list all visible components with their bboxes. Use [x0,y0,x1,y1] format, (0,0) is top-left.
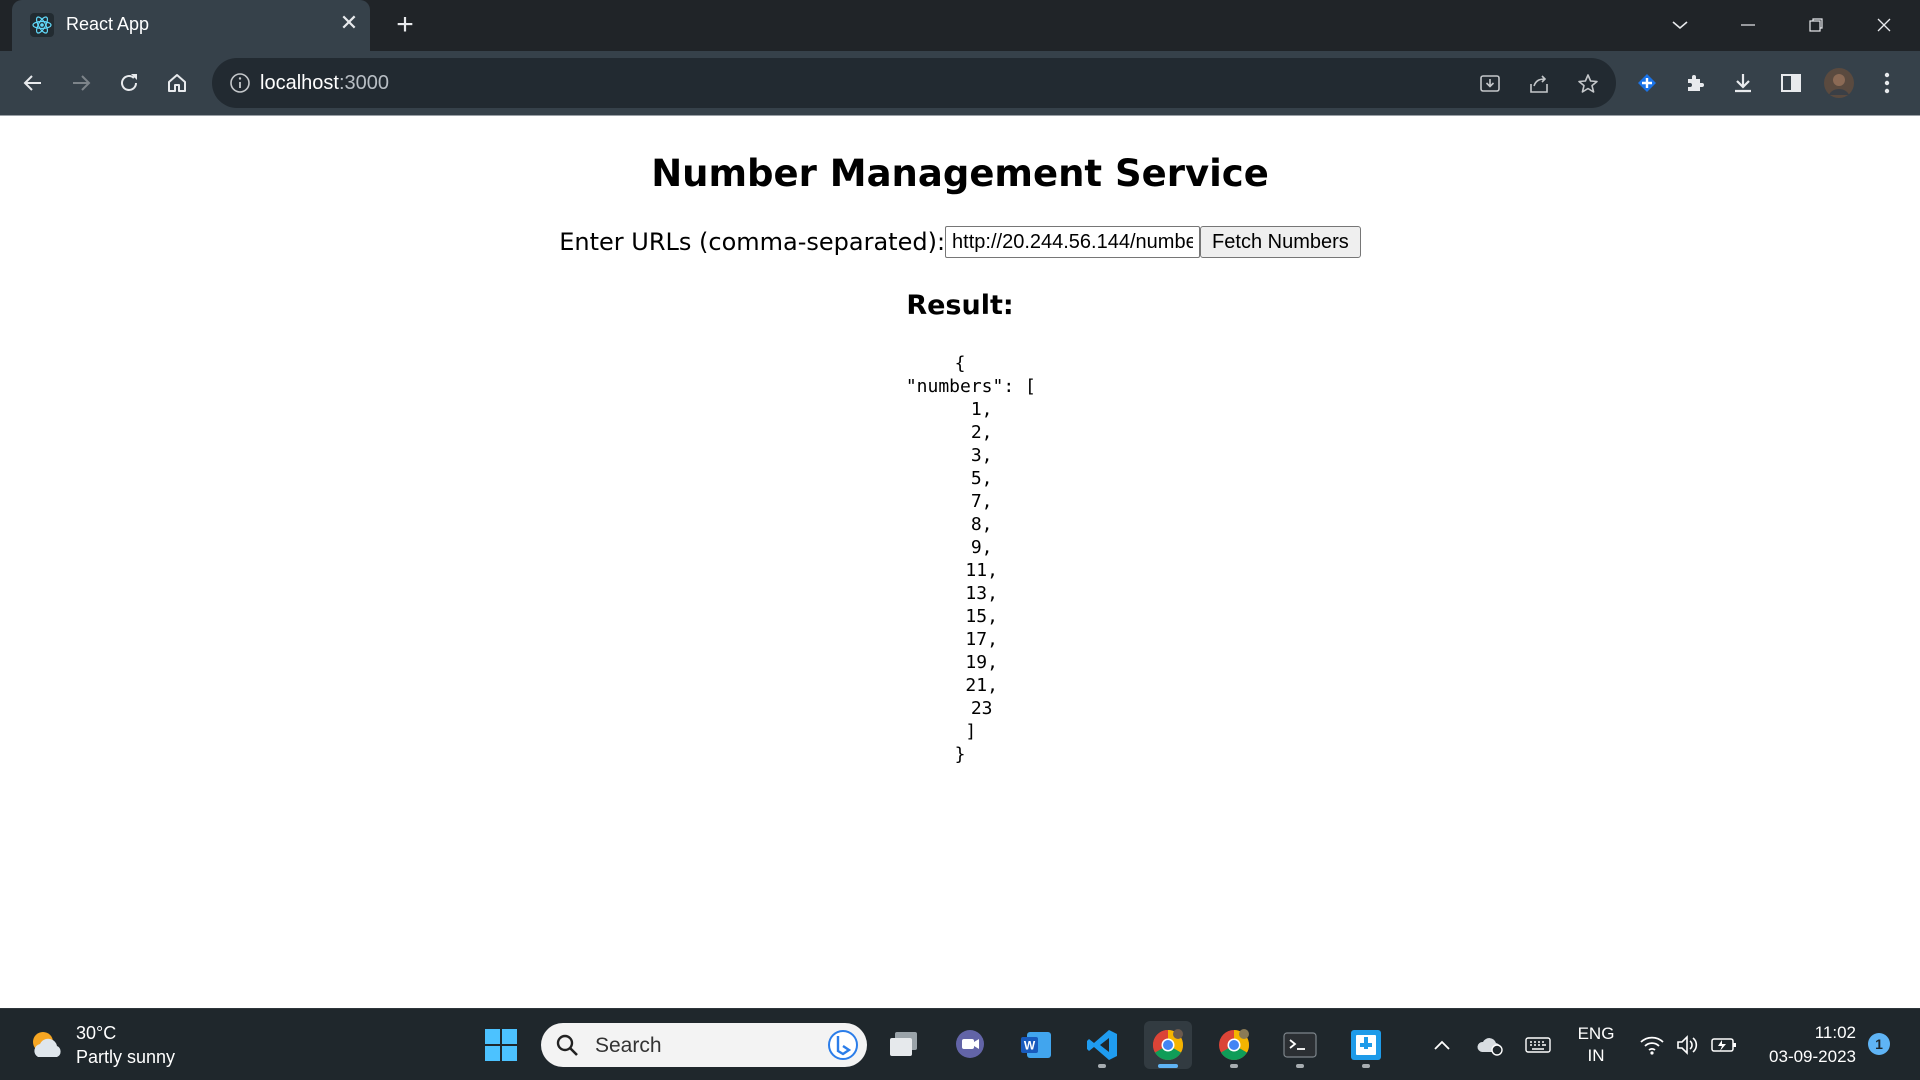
taskbar-search[interactable]: Search [541,1023,867,1067]
search-icon [555,1033,579,1057]
result-json: { "numbers": [ 1, 2, 3, 5, 7, 8, 9, 11, … [905,353,1036,765]
clock-date[interactable]: 03-09-2023 [1750,1047,1856,1067]
running-indicator [1296,1064,1304,1068]
word-icon[interactable]: W [1012,1021,1060,1069]
browser-menu-icon[interactable] [1872,68,1902,98]
home-icon[interactable] [162,68,192,98]
running-indicator [1098,1064,1106,1068]
page-content: Number Management Service Enter URLs (co… [0,116,1920,1008]
url-host: localhost [260,72,339,94]
clock-time[interactable]: 11:02 [1760,1023,1856,1043]
tab-close-icon[interactable]: ✕ [338,12,360,34]
keyboard-icon[interactable] [1524,1031,1552,1059]
downloads-icon[interactable] [1728,68,1758,98]
url-form: Enter URLs (comma-separated): Fetch Numb… [0,226,1920,258]
running-indicator [1230,1064,1238,1068]
bookmark-star-icon[interactable] [1574,70,1602,98]
fetch-numbers-button[interactable]: Fetch Numbers [1200,226,1361,258]
show-hidden-icons-chevron[interactable] [1428,1031,1456,1059]
url-input[interactable] [945,226,1201,258]
wifi-icon[interactable] [1638,1031,1666,1059]
onedrive-icon[interactable] [1476,1031,1504,1059]
weather-partly-sunny-icon[interactable] [26,1025,66,1065]
address-bar[interactable]: localhost:3000 [212,58,1616,108]
volume-icon[interactable] [1674,1031,1702,1059]
minimize-button[interactable] [1728,10,1768,40]
forward-arrow-icon[interactable] [66,68,96,98]
url-port: :3000 [338,72,389,94]
result-heading: Result: [906,290,1014,321]
battery-charging-icon[interactable] [1710,1031,1738,1059]
terminal-icon[interactable] [1276,1021,1324,1069]
browser-tab[interactable]: React App ✕ [12,0,370,51]
bing-icon[interactable] [827,1029,859,1061]
weather-description[interactable]: Partly sunny [76,1047,175,1068]
site-info-icon[interactable] [228,71,252,95]
chrome-active-icon[interactable] [1144,1021,1192,1069]
install-app-icon[interactable] [1476,70,1504,98]
language-indicator[interactable]: ENG IN [1576,1023,1616,1067]
language-code: ENG [1577,1024,1615,1043]
browser-toolbar: localhost:3000 [0,51,1920,115]
svg-text:W: W [1024,1039,1036,1053]
teams-chat-icon[interactable] [946,1021,994,1069]
page-title: Number Management Service [651,152,1269,195]
url-input-label: Enter URLs (comma-separated): [559,228,946,256]
chrome-profile-icon[interactable] [1210,1021,1258,1069]
vscode-icon[interactable] [1078,1021,1126,1069]
extension-icon[interactable] [1632,68,1662,98]
close-window-button[interactable] [1864,10,1904,40]
tab-search-chevron-icon[interactable] [1660,10,1700,40]
new-tab-button[interactable]: + [390,10,420,41]
extensions-puzzle-icon[interactable] [1680,68,1710,98]
reload-icon[interactable] [114,68,144,98]
back-arrow-icon[interactable] [18,68,48,98]
region-code: IN [1587,1046,1605,1065]
weather-temperature[interactable]: 30°C [76,1023,116,1044]
search-placeholder: Search [595,1034,662,1057]
restore-button[interactable] [1796,10,1836,40]
url-text: localhost:3000 [260,72,389,95]
react-logo-icon [30,13,54,37]
running-indicator [1362,1064,1370,1068]
task-view-icon[interactable] [880,1021,928,1069]
profile-avatar[interactable] [1824,68,1854,98]
start-windows-icon[interactable] [477,1021,525,1069]
notification-badge[interactable]: 1 [1868,1033,1890,1055]
taskbar: 30°C Partly sunny Search W ENG IN 11:02 … [0,1008,1920,1080]
tab-strip: React App ✕ + [0,0,1920,51]
active-indicator [1158,1064,1178,1068]
tab-title: React App [66,14,150,34]
share-icon[interactable] [1525,70,1553,98]
side-panel-icon[interactable] [1776,68,1806,98]
snipping-tool-icon[interactable] [1342,1021,1390,1069]
